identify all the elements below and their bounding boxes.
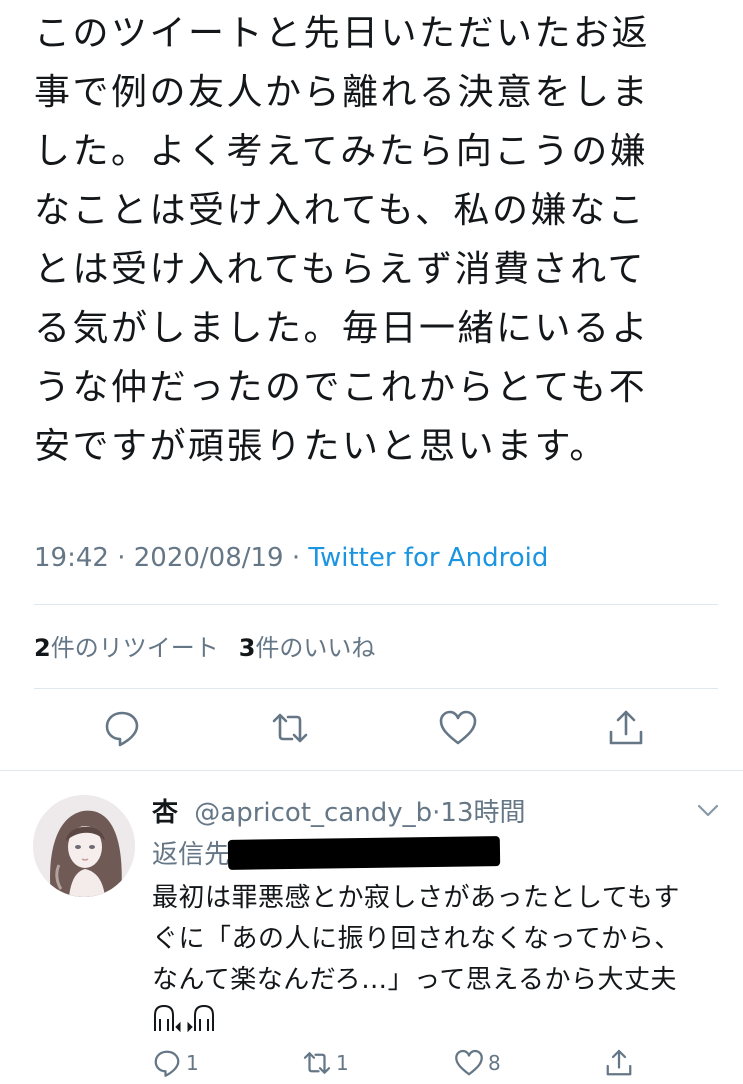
tweet-line: とは受け入れてもらえず消費されて [34, 249, 647, 290]
tweet-line: うな仲だったのでこれからとても不 [34, 367, 648, 408]
like-icon [439, 710, 477, 745]
tweet-line: 安ですが頑張りたいと思います。 [34, 426, 608, 467]
tweet-line: した。よく考えてみたら向こうの嫌 [34, 131, 649, 172]
tweet-action-bar [0, 706, 743, 750]
meta-separator: · [291, 543, 301, 573]
retweet-icon [303, 1052, 331, 1074]
likes-label: 件のいいね [255, 634, 376, 662]
reply-share-button[interactable] [604, 1046, 634, 1080]
chevron-down-icon[interactable] [694, 796, 722, 824]
like-icon [455, 1049, 483, 1076]
reply-author-handle: @apricot_candy_b·13時間 [194, 798, 525, 828]
likes-count: 3 [238, 634, 256, 662]
replying-to-label: 返信先: [152, 840, 239, 870]
reply-like-button[interactable]: 8 [454, 1046, 501, 1080]
tweet-meta: 19:42 · 2020/08/19 · Twitter for Android [34, 543, 548, 573]
divider [34, 688, 718, 689]
reply-retweet-button[interactable]: 1 [302, 1046, 349, 1080]
reply-handle[interactable]: @apricot_candy_b [194, 798, 432, 828]
divider [0, 770, 743, 771]
tweet-source-link[interactable]: Twitter for Android [308, 543, 548, 573]
replying-to: 返信先: [152, 834, 239, 871]
tweet-time: 19:42 [34, 543, 109, 573]
retweet-icon [272, 713, 308, 743]
retweets-count: 2 [34, 634, 51, 662]
share-button[interactable] [604, 706, 648, 750]
reply-reply-button[interactable]: 1 [152, 1046, 199, 1080]
reply-header: 杏 @apricot_candy_b·13時間 [152, 792, 526, 829]
tweet-line: このツイートと先日いただいたお返 [34, 13, 651, 54]
share-icon [606, 1049, 632, 1076]
avatar-illustration [33, 795, 135, 897]
redacted-handle [227, 836, 501, 870]
reply-text: 最初は罪悪感とか寂しさがあったとしてもす ぐに「あの人に振り回されなくなってから… [152, 878, 722, 1001]
retweet-count: 1 [336, 1051, 349, 1075]
share-icon [609, 710, 643, 745]
retweets-stat[interactable]: 2件のリツイート [34, 634, 219, 662]
reply-icon [105, 711, 139, 747]
tweet-stats: 2件のリツイート 3件のいいね [34, 628, 375, 663]
like-button[interactable] [436, 706, 480, 750]
tweet-date[interactable]: 2020/08/19 [134, 543, 284, 573]
emoticon-glyph [154, 1004, 214, 1033]
reply-author-name[interactable]: 杏 [152, 798, 178, 828]
reply-icon [154, 1050, 180, 1077]
avatar[interactable] [33, 795, 135, 897]
tweet-line: る気がしました。毎日一緒にいるよ [34, 308, 651, 349]
retweet-button[interactable] [268, 706, 312, 750]
reply-line: なんて楽なんだろ…」って思えるから大丈夫 [152, 965, 678, 995]
reply-action-bar: 1 1 8 [0, 1046, 743, 1080]
reply-line: 最初は罪悪感とか寂しさがあったとしてもす [152, 883, 680, 913]
reply-button[interactable] [100, 706, 144, 750]
reply-time: 13時間 [440, 798, 526, 828]
reply-count: 1 [186, 1051, 199, 1075]
retweets-label: 件のリツイート [50, 634, 219, 662]
meta-separator: · [117, 543, 126, 573]
tweet-line: なことは受け入れても、私の嫌なこ [34, 190, 647, 231]
likes-stat[interactable]: 3件のいいね [239, 634, 376, 662]
divider [34, 604, 718, 605]
like-count: 8 [488, 1051, 501, 1075]
tweet-line: 事で例の友人から離れる決意をしま [34, 72, 651, 113]
tweet-text: このツイートと先日いただいたお返 事で例の友人から離れる決意をしま した。よく考… [34, 4, 706, 476]
reply-line: ぐに「あの人に振り回されなくなってから、 [152, 924, 681, 954]
